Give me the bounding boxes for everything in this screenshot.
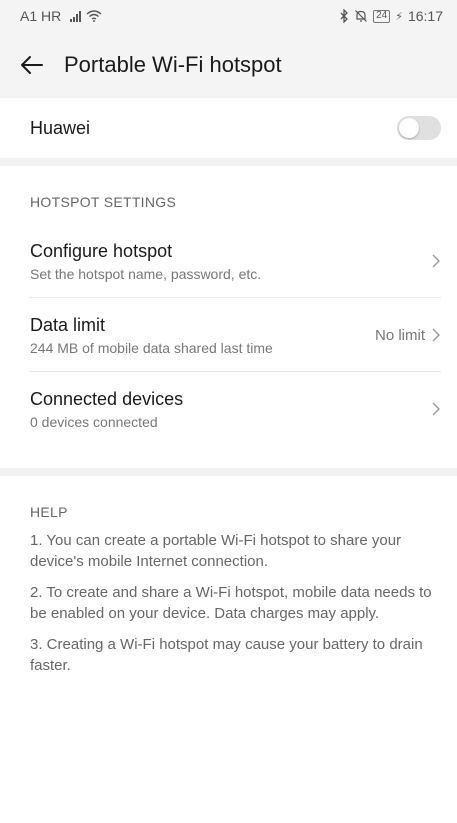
item-subtitle: Set the hotspot name, password, etc. [30, 265, 262, 282]
top-area: A1 HR 24 ⚡ 16:17 Portable Wi-Fi hotspot [0, 0, 457, 98]
wifi-icon [86, 10, 102, 22]
signal-bars-icon [70, 10, 82, 22]
help-text: 1. You can create a portable Wi-Fi hotsp… [0, 530, 457, 676]
section-divider [0, 158, 457, 166]
status-right: 24 ⚡ 16:17 [339, 8, 443, 24]
status-bar: A1 HR 24 ⚡ 16:17 [0, 0, 457, 32]
help-paragraph: 3. Creating a Wi-Fi hotspot may cause yo… [30, 636, 423, 674]
hotspot-master-row[interactable]: Huawei [0, 98, 457, 158]
carrier-label: A1 HR [20, 8, 62, 24]
charging-icon: ⚡ [395, 10, 403, 23]
help-header: HELP [30, 504, 68, 520]
section-divider [0, 468, 457, 476]
chevron-right-icon [432, 254, 440, 268]
item-title: Data limit [30, 314, 106, 335]
mute-icon [354, 9, 368, 23]
item-text: Data limit 244 MB of mobile data shared … [30, 315, 273, 356]
list-item-configure-hotspot[interactable]: Configure hotspot Set the hotspot name, … [0, 224, 457, 298]
item-title: Connected devices [30, 388, 184, 409]
item-right [431, 401, 441, 417]
item-title: Configure hotspot [30, 240, 173, 261]
item-subtitle: 0 devices connected [30, 413, 158, 430]
toggle-knob [399, 118, 419, 138]
help-paragraph: 1. You can create a portable Wi-Fi hotsp… [30, 532, 402, 570]
status-left: A1 HR [20, 8, 102, 24]
chevron-right-icon [432, 328, 440, 342]
hotspot-toggle[interactable] [397, 116, 441, 140]
list-item-data-limit[interactable]: Data limit 244 MB of mobile data shared … [0, 298, 457, 372]
app-header: Portable Wi-Fi hotspot [0, 32, 457, 98]
item-right: No limit [375, 327, 441, 344]
bluetooth-icon [339, 9, 349, 23]
item-text: Connected devices 0 devices connected [30, 389, 183, 430]
item-text: Configure hotspot Set the hotspot name, … [30, 241, 261, 282]
list-item-connected-devices[interactable]: Connected devices 0 devices connected [0, 372, 457, 446]
help-paragraph: 2. To create and share a Wi-Fi hotspot, … [30, 584, 432, 622]
battery-icon: 24 [373, 9, 391, 23]
item-right [431, 253, 441, 269]
arrow-left-icon[interactable] [18, 51, 46, 79]
hotspot-master-label: Huawei [30, 117, 91, 138]
chevron-right-icon [432, 402, 440, 416]
page-title: Portable Wi-Fi hotspot [64, 52, 282, 77]
item-subtitle: 244 MB of mobile data shared last time [30, 339, 273, 356]
data-limit-value: No limit [374, 326, 425, 344]
status-time: 16:17 [407, 8, 443, 24]
hotspot-settings-header: HOTSPOT SETTINGS [30, 194, 177, 210]
